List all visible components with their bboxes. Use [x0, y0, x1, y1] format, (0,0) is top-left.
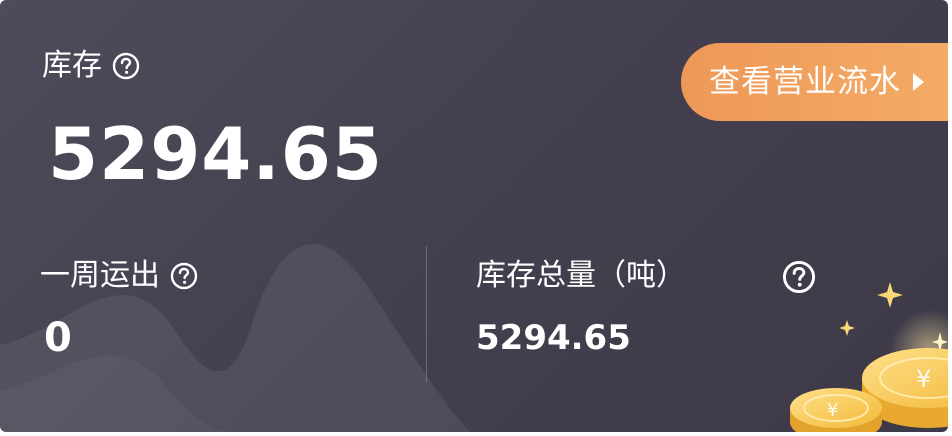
- triangle-right-icon: [913, 73, 924, 91]
- view-business-flow-label: 查看营业流水: [709, 64, 901, 100]
- svg-text:¥: ¥: [916, 365, 931, 393]
- weekly-out-label: 一周运出: [40, 258, 160, 293]
- total-stock-label-row: 库存总量（吨）: [476, 258, 686, 294]
- inventory-label: 库存: [42, 48, 102, 83]
- total-stock-value: 5294.65: [476, 318, 631, 358]
- gold-coins-icon: ¥ ¥: [790, 282, 948, 432]
- question-circle-icon[interactable]: [112, 52, 140, 80]
- view-business-flow-button[interactable]: 查看营业流水: [681, 43, 948, 121]
- stats-divider: [426, 246, 427, 382]
- inventory-label-row: 库存: [42, 48, 140, 84]
- weekly-out-label-row: 一周运出: [40, 258, 198, 294]
- question-circle-icon[interactable]: [170, 262, 198, 290]
- weekly-out-value: 0: [44, 315, 72, 361]
- inventory-value: 5294.65: [48, 112, 383, 196]
- svg-text:¥: ¥: [827, 400, 838, 421]
- total-stock-label: 库存总量（吨）: [476, 258, 686, 293]
- inventory-card: 库存 5294.65 查看营业流水 一周运出 0 库存总量（吨） 5294.65: [0, 0, 948, 432]
